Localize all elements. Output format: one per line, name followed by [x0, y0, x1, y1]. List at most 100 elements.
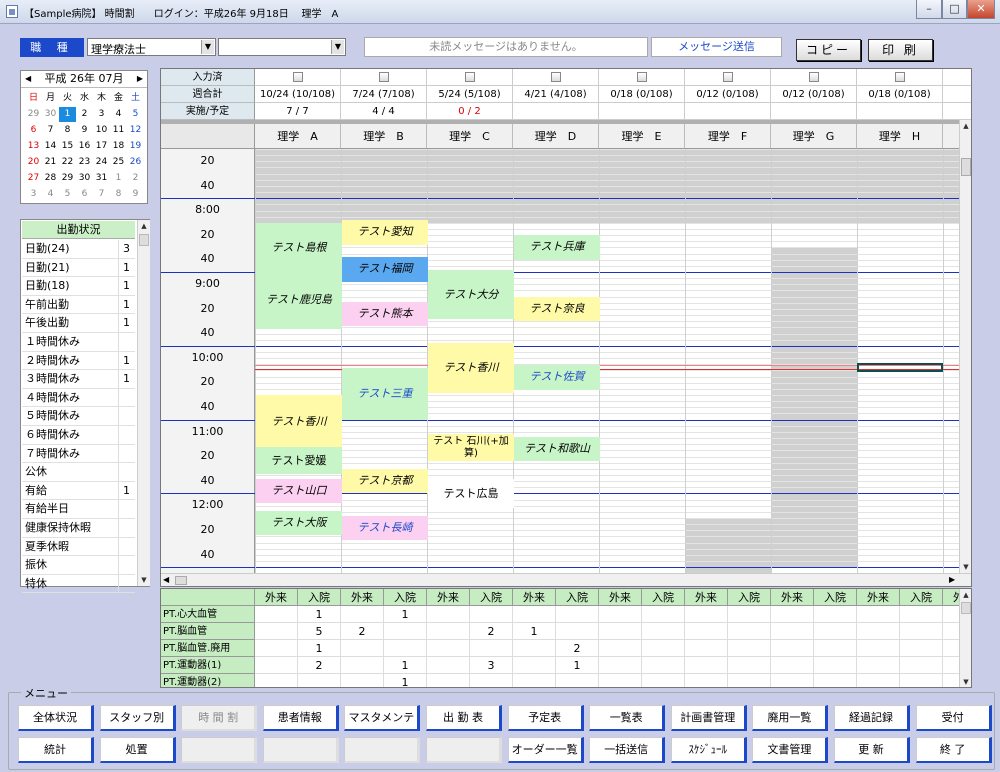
calendar-day[interactable]: 6	[76, 187, 93, 202]
appointment-block[interactable]: テスト愛知	[342, 220, 428, 245]
maximize-button[interactable]: □	[942, 0, 967, 19]
calendar-day[interactable]: 9	[127, 187, 144, 202]
grid-hscrollbar[interactable]: ◀ ▶	[161, 573, 971, 586]
calendar-day[interactable]: 17	[93, 139, 110, 154]
calendar-day[interactable]: 8	[59, 123, 76, 138]
scroll-right-icon[interactable]: ▶	[949, 575, 955, 584]
menu-button[interactable]: 全体状況	[18, 705, 94, 731]
calendar-day[interactable]: 5	[127, 107, 144, 122]
calendar-day[interactable]: 27	[25, 171, 42, 186]
menu-button[interactable]: 文書管理	[752, 737, 829, 763]
input-done-checkbox[interactable]	[550, 72, 561, 82]
calendar-day[interactable]: 30	[42, 107, 59, 122]
scroll-up-icon[interactable]: ▲	[960, 589, 971, 601]
appointment-block[interactable]: テスト福岡	[342, 257, 428, 282]
appointment-block[interactable]: テスト佐賀	[514, 365, 600, 391]
staff-column-header[interactable]: 理学 G	[771, 124, 857, 149]
calendar-day[interactable]: 30	[76, 171, 93, 186]
input-done-checkbox[interactable]	[378, 72, 389, 82]
appointment-block[interactable]: テスト大阪	[256, 510, 342, 536]
category-scrollbar[interactable]: ▲ ▼	[959, 589, 971, 687]
staff-column-header[interactable]: 理学 H	[857, 124, 943, 149]
menu-button[interactable]: ｽｹｼﾞｭｰﾙ	[670, 737, 747, 763]
appointment-block[interactable]: テスト長崎	[342, 515, 428, 541]
calendar-day[interactable]: 4	[110, 107, 127, 122]
appointment-block[interactable]: テスト京都	[342, 468, 428, 494]
calendar-day[interactable]: 15	[59, 139, 76, 154]
scroll-down-icon[interactable]: ▼	[960, 676, 971, 687]
calendar-day[interactable]: 26	[127, 155, 144, 170]
menu-button[interactable]: 更 新	[834, 737, 910, 763]
menu-button[interactable]: 一括送信	[589, 737, 666, 763]
staff-column-header[interactable]: 理学 C	[427, 124, 513, 149]
scroll-left-icon[interactable]: ◀	[163, 575, 169, 584]
calendar-day[interactable]: 1	[110, 171, 127, 186]
menu-button[interactable]: スタッフ別	[99, 705, 176, 731]
calendar-day[interactable]: 16	[76, 139, 93, 154]
scroll-thumb[interactable]	[961, 602, 971, 614]
appointment-block[interactable]: テスト島根	[256, 222, 342, 272]
scroll-up-icon[interactable]: ▲	[138, 220, 150, 232]
appointment-block[interactable]: テスト愛媛	[256, 446, 342, 474]
staff-column-header[interactable]: 理学 F	[685, 124, 771, 149]
input-done-checkbox[interactable]	[722, 72, 733, 82]
calendar-day[interactable]: 12	[127, 123, 144, 138]
menu-button[interactable]: 統計	[18, 737, 94, 763]
close-button[interactable]: ✕	[967, 0, 995, 19]
appointment-block[interactable]: テスト香川	[256, 395, 342, 450]
calendar-day[interactable]: 10	[93, 123, 110, 138]
calendar-day[interactable]: 14	[42, 139, 59, 154]
calendar-day[interactable]: 4	[42, 187, 59, 202]
staff-column-header[interactable]: 理学 A	[255, 124, 341, 149]
print-button[interactable]: 印 刷	[868, 39, 933, 61]
scroll-thumb[interactable]	[139, 234, 149, 246]
grid-vscrollbar[interactable]: ▲ ▼	[959, 120, 971, 573]
appointment-block[interactable]: テスト鹿児島	[256, 272, 342, 329]
attendance-scrollbar[interactable]: ▲ ▼	[137, 220, 150, 586]
appointment-block[interactable]: テスト大分	[428, 269, 514, 319]
input-done-checkbox[interactable]	[894, 72, 905, 82]
scroll-thumb[interactable]	[961, 158, 971, 176]
prev-month-icon[interactable]: ◀	[25, 71, 31, 87]
calendar-day[interactable]: 29	[25, 107, 42, 122]
scroll-up-icon[interactable]: ▲	[960, 120, 971, 132]
job-type-select[interactable]: 理学療法士 ▼	[87, 38, 216, 56]
sub-select[interactable]: ▼	[218, 38, 346, 56]
staff-column-header[interactable]: 理学 B	[341, 124, 427, 149]
appointment-block[interactable]: テスト三重	[342, 367, 428, 420]
menu-button[interactable]: マスタメンテ	[344, 705, 421, 731]
calendar-day[interactable]: 2	[76, 107, 93, 122]
menu-button[interactable]: 予定表	[507, 705, 584, 731]
calendar-day[interactable]: 11	[110, 123, 127, 138]
menu-button[interactable]: 出 勤 表	[426, 705, 502, 731]
copy-button[interactable]: コピー	[796, 39, 861, 61]
input-done-checkbox[interactable]	[292, 72, 303, 82]
menu-button[interactable]: 患者情報	[262, 705, 339, 731]
message-send-button[interactable]: メッセージ送信	[651, 37, 782, 57]
appointment-block[interactable]: テスト奈良	[514, 296, 600, 322]
calendar-day[interactable]: 3	[25, 187, 42, 202]
menu-button[interactable]: 計画書管理	[670, 705, 747, 731]
calendar-day[interactable]: 22	[59, 155, 76, 170]
appointment-block[interactable]: テスト広島	[428, 478, 514, 509]
minimize-button[interactable]: –	[916, 0, 942, 19]
appointment-block[interactable]: テスト和歌山	[514, 436, 600, 462]
input-done-checkbox[interactable]	[808, 72, 819, 82]
calendar-day[interactable]: 31	[93, 171, 110, 186]
staff-column-header[interactable]: 理学 E	[599, 124, 685, 149]
calendar-day[interactable]: 24	[93, 155, 110, 170]
calendar-day[interactable]: 9	[76, 123, 93, 138]
calendar-day[interactable]: 8	[110, 187, 127, 202]
appointment-block[interactable]: テスト 石川(+加算)	[428, 434, 514, 462]
calendar-day[interactable]: 1	[59, 107, 76, 122]
input-done-checkbox[interactable]	[636, 72, 647, 82]
staff-column-header[interactable]: 理学 D	[513, 124, 599, 149]
calendar-day[interactable]: 6	[25, 123, 42, 138]
selected-cell[interactable]	[857, 363, 943, 372]
calendar-day[interactable]: 29	[59, 171, 76, 186]
calendar-day[interactable]: 13	[25, 139, 42, 154]
appointment-block[interactable]: テスト兵庫	[514, 235, 600, 260]
calendar-day[interactable]: 2	[127, 171, 144, 186]
calendar-day[interactable]: 28	[42, 171, 59, 186]
appointment-block[interactable]: テスト香川	[428, 343, 514, 393]
